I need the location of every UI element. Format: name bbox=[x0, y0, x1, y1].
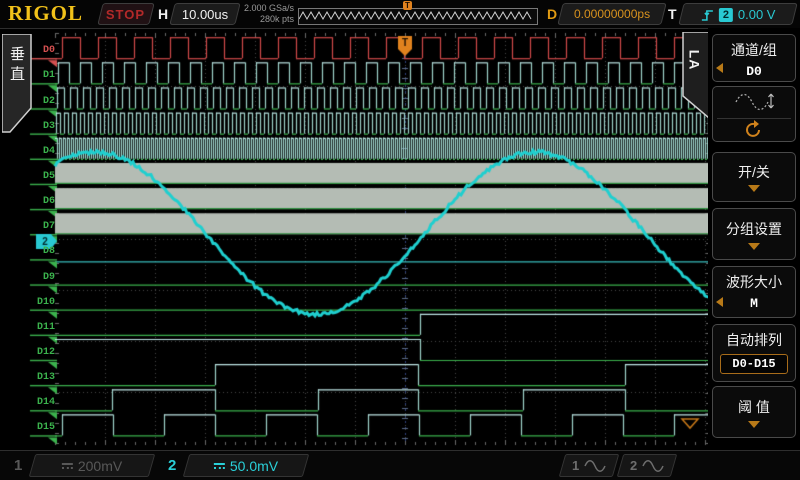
down-arrow-icon bbox=[748, 421, 760, 428]
sine-icon bbox=[584, 460, 606, 472]
menu-wave-size-label: 波形大小 bbox=[713, 267, 795, 292]
channel-label-D12[interactable]: D12 bbox=[26, 347, 55, 358]
top-status-bar: RIGOL STOP H 10.00us 2.000 GSa/s 280k pt… bbox=[0, 0, 800, 29]
delay-value: 0.00000000ps bbox=[574, 7, 650, 21]
bottom-status-bar: 1 200mV 2 50.0mV LA 15 11 7 3 S bbox=[0, 450, 800, 480]
menu-channel-group[interactable]: 通道/组 D0 bbox=[712, 34, 796, 82]
rigol-logo: RIGOL bbox=[8, 1, 83, 26]
ch1-scale-button[interactable]: 200mV bbox=[29, 454, 156, 477]
left-arrow-icon bbox=[716, 297, 723, 307]
timebase-button[interactable]: 10.00us bbox=[169, 3, 240, 25]
channel-label-D10[interactable]: D10 bbox=[26, 297, 55, 308]
sine-icon bbox=[642, 460, 664, 472]
run-state-label: STOP bbox=[106, 7, 145, 22]
menu-threshold-label: 阈 值 bbox=[713, 387, 795, 417]
ch2-scale-button[interactable]: 50.0mV bbox=[183, 454, 310, 477]
oscilloscope-screen: D0D1D2D3D4D5D6D7D8D9D10D11D12D13D14D15 R… bbox=[0, 0, 800, 480]
horizontal-position-bar[interactable] bbox=[298, 8, 538, 25]
channel-label-D9[interactable]: D9 bbox=[26, 272, 55, 283]
trigger-info-button[interactable]: 2 0.00 V bbox=[678, 3, 797, 25]
la-tab-shape[interactable] bbox=[682, 32, 710, 120]
channel-label-D14[interactable]: D14 bbox=[26, 397, 55, 408]
menu-wave-select[interactable] bbox=[712, 86, 796, 142]
trigger-level-value: 0.00 V bbox=[738, 7, 776, 22]
menu-on-off[interactable]: 开/关 bbox=[712, 152, 796, 202]
channel-label-D7[interactable]: D7 bbox=[26, 221, 55, 232]
menu-wave-size[interactable]: 波形大小 M bbox=[712, 266, 796, 318]
menu-channel-group-label: 通道/组 bbox=[713, 35, 795, 60]
vertical-tab-label: 垂直 bbox=[6, 46, 27, 86]
ch1-number[interactable]: 1 bbox=[14, 457, 22, 474]
la-tab-label: LA bbox=[686, 50, 702, 71]
menu-wave-size-value: M bbox=[713, 296, 795, 311]
memory-waveform-overview bbox=[299, 9, 535, 22]
ch1-coupling-icon bbox=[62, 463, 73, 469]
channel-label-D6[interactable]: D6 bbox=[26, 196, 55, 207]
channel-label-D11[interactable]: D11 bbox=[26, 322, 55, 333]
menu-auto-arrange-value: D0-D15 bbox=[720, 354, 788, 374]
source1-number: 1 bbox=[572, 458, 579, 473]
channel-label-D15[interactable]: D15 bbox=[26, 422, 55, 433]
menu-threshold[interactable]: 阈 值 bbox=[712, 386, 796, 438]
ch2-coupling-icon bbox=[214, 463, 225, 469]
rotate-icon bbox=[744, 120, 764, 140]
wave-select-icon bbox=[734, 90, 774, 112]
waveform-display[interactable] bbox=[0, 0, 800, 480]
sample-rate: 2.000 GSa/s bbox=[240, 3, 294, 14]
menu-group-settings-label: 分组设置 bbox=[713, 209, 795, 239]
horizontal-label: H bbox=[158, 6, 168, 22]
channel-label-D4[interactable]: D4 bbox=[26, 146, 55, 157]
delay-button[interactable]: 0.00000000ps bbox=[557, 3, 666, 25]
channel-label-D8[interactable]: D8 bbox=[26, 246, 55, 257]
trigger-source-chip: 2 bbox=[719, 7, 733, 21]
rising-edge-icon bbox=[701, 7, 714, 21]
menu-auto-arrange-label: 自动排列 bbox=[713, 325, 795, 350]
menu-auto-arrange[interactable]: 自动排列 D0-D15 bbox=[712, 324, 796, 382]
menu-on-off-label: 开/关 bbox=[713, 153, 795, 182]
acquisition-info: 2.000 GSa/s 280k pts bbox=[240, 3, 294, 25]
trigger-label: T bbox=[668, 6, 677, 22]
memory-depth: 280k pts bbox=[240, 14, 294, 25]
left-arrow-icon bbox=[716, 63, 723, 73]
channel-label-D5[interactable]: D5 bbox=[26, 171, 55, 182]
run-state-button[interactable]: STOP bbox=[97, 3, 154, 25]
ch2-number[interactable]: 2 bbox=[168, 457, 176, 474]
down-arrow-icon bbox=[748, 243, 760, 250]
ch2-scale-value: 50.0mV bbox=[230, 458, 278, 474]
down-arrow-icon bbox=[748, 185, 760, 192]
menu-channel-group-value: D0 bbox=[713, 64, 795, 79]
channel-label-D13[interactable]: D13 bbox=[26, 372, 55, 383]
source2-number: 2 bbox=[630, 458, 637, 473]
menu-group-settings[interactable]: 分组设置 bbox=[712, 208, 796, 260]
ch1-scale-value: 200mV bbox=[78, 458, 122, 474]
trigger-source1-button[interactable]: 1 bbox=[559, 454, 620, 477]
trigger-position-marker[interactable]: T bbox=[403, 1, 412, 10]
trigger-source2-button[interactable]: 2 bbox=[617, 454, 678, 477]
delay-label: D bbox=[547, 6, 557, 22]
timebase-value: 10.00us bbox=[182, 7, 228, 22]
softkey-menu: 通道/组 D0 开/关 分组设置 波形大小 M bbox=[708, 28, 800, 450]
